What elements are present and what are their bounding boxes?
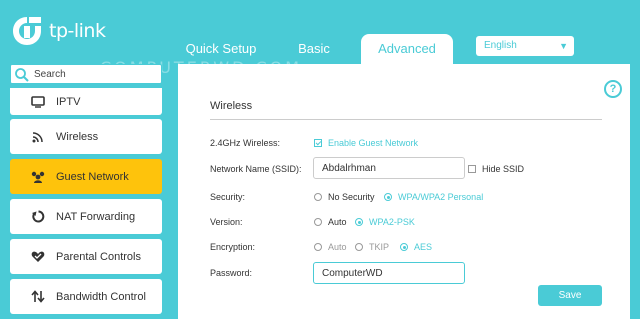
monitor-icon (30, 94, 46, 110)
encryption-option-label: TKIP (369, 242, 390, 252)
checkbox-unchecked-icon (468, 165, 476, 173)
radio-unchecked-icon (314, 243, 322, 251)
search-icon (15, 68, 29, 82)
hide-ssid-label: Hide SSID (482, 164, 525, 174)
refresh-icon (30, 209, 46, 225)
users-icon (30, 169, 46, 185)
sidebar-item-label: Bandwidth Control (56, 290, 146, 303)
sidebar-item-wireless[interactable]: Wireless (10, 119, 162, 154)
security-option-label: WPA/WPA2 Personal (398, 192, 484, 202)
radio-unchecked-icon (314, 218, 322, 226)
section-title: Wireless (210, 100, 253, 112)
version-label: Version: (210, 217, 243, 227)
search-input[interactable]: Search (10, 64, 162, 84)
tp-link-logo-icon (13, 17, 41, 45)
main-panel: ? Wireless 2.4GHz Wireless: Enable Guest… (178, 64, 630, 319)
arrows-icon (30, 289, 46, 305)
sidebar-item-label: NAT Forwarding (56, 210, 136, 223)
encryption-option-label: Auto (328, 242, 347, 252)
password-label: Password: (210, 268, 253, 278)
encryption-option-auto[interactable]: Auto (314, 242, 347, 252)
encryption-option-tkip[interactable]: TKIP (355, 242, 389, 252)
chevron-down-icon: ▼ (559, 41, 568, 51)
security-option-none[interactable]: No Security (314, 192, 375, 202)
radio-unchecked-icon (355, 243, 363, 251)
security-label: Security: (210, 192, 246, 202)
version-option-label: Auto (328, 217, 347, 227)
encryption-option-aes[interactable]: AES (400, 242, 432, 252)
brand-name: tp-link (49, 20, 106, 42)
help-icon: ? (609, 83, 617, 95)
version-option-label: WPA2-PSK (369, 217, 415, 227)
checkbox-checked-icon (314, 139, 322, 147)
ssid-field[interactable]: Abdalrhman (313, 157, 465, 179)
heart-icon (30, 249, 46, 265)
version-option-auto[interactable]: Auto (314, 217, 347, 227)
sidebar-item-label: IPTV (56, 95, 81, 108)
version-option-wpa2-psk[interactable]: WPA2-PSK (355, 217, 415, 227)
language-select[interactable]: English ▼ (476, 36, 574, 56)
sidebar-item-bandwidth-control[interactable]: Bandwidth Control (10, 279, 162, 314)
radio-checked-icon (400, 243, 408, 251)
save-button[interactable]: Save (538, 285, 602, 306)
help-button[interactable]: ? (604, 80, 622, 98)
ssid-label: Network Name (SSID): (210, 164, 302, 174)
security-option-wpa[interactable]: WPA/WPA2 Personal (384, 192, 483, 202)
enable-guest-checkbox[interactable]: Enable Guest Network (314, 138, 418, 148)
sidebar-item-nat-forwarding[interactable]: NAT Forwarding (10, 199, 162, 234)
radio-checked-icon (355, 218, 363, 226)
encryption-label: Encryption: (210, 242, 256, 252)
password-field[interactable]: ComputerWD (313, 262, 465, 284)
tp-link-logo: tp-link (10, 14, 106, 48)
radio-unchecked-icon (314, 193, 322, 201)
tab-basic[interactable]: Basic (286, 34, 342, 64)
sidebar-item-parental-controls[interactable]: Parental Controls (10, 239, 162, 274)
tab-advanced[interactable]: Advanced (361, 34, 453, 66)
sidebar-item-label: Parental Controls (56, 250, 141, 263)
radio-checked-icon (384, 193, 392, 201)
enable-guest-label: Enable Guest Network (328, 138, 419, 148)
security-option-label: No Security (328, 192, 375, 202)
search-placeholder: Search (34, 69, 66, 80)
sidebar-item-label: Wireless (56, 130, 99, 143)
encryption-option-label: AES (414, 242, 433, 252)
wifi-icon (30, 129, 46, 145)
language-value: English (484, 40, 517, 51)
sidebar-item-label: Guest Network (56, 170, 129, 183)
sidebar-item-guest-network[interactable]: Guest Network (10, 159, 162, 194)
sidebar-item-iptv[interactable]: IPTV (10, 88, 162, 115)
wireless-label: 2.4GHz Wireless: (210, 138, 281, 148)
tab-quick-setup[interactable]: Quick Setup (178, 34, 264, 64)
section-divider (210, 119, 602, 120)
